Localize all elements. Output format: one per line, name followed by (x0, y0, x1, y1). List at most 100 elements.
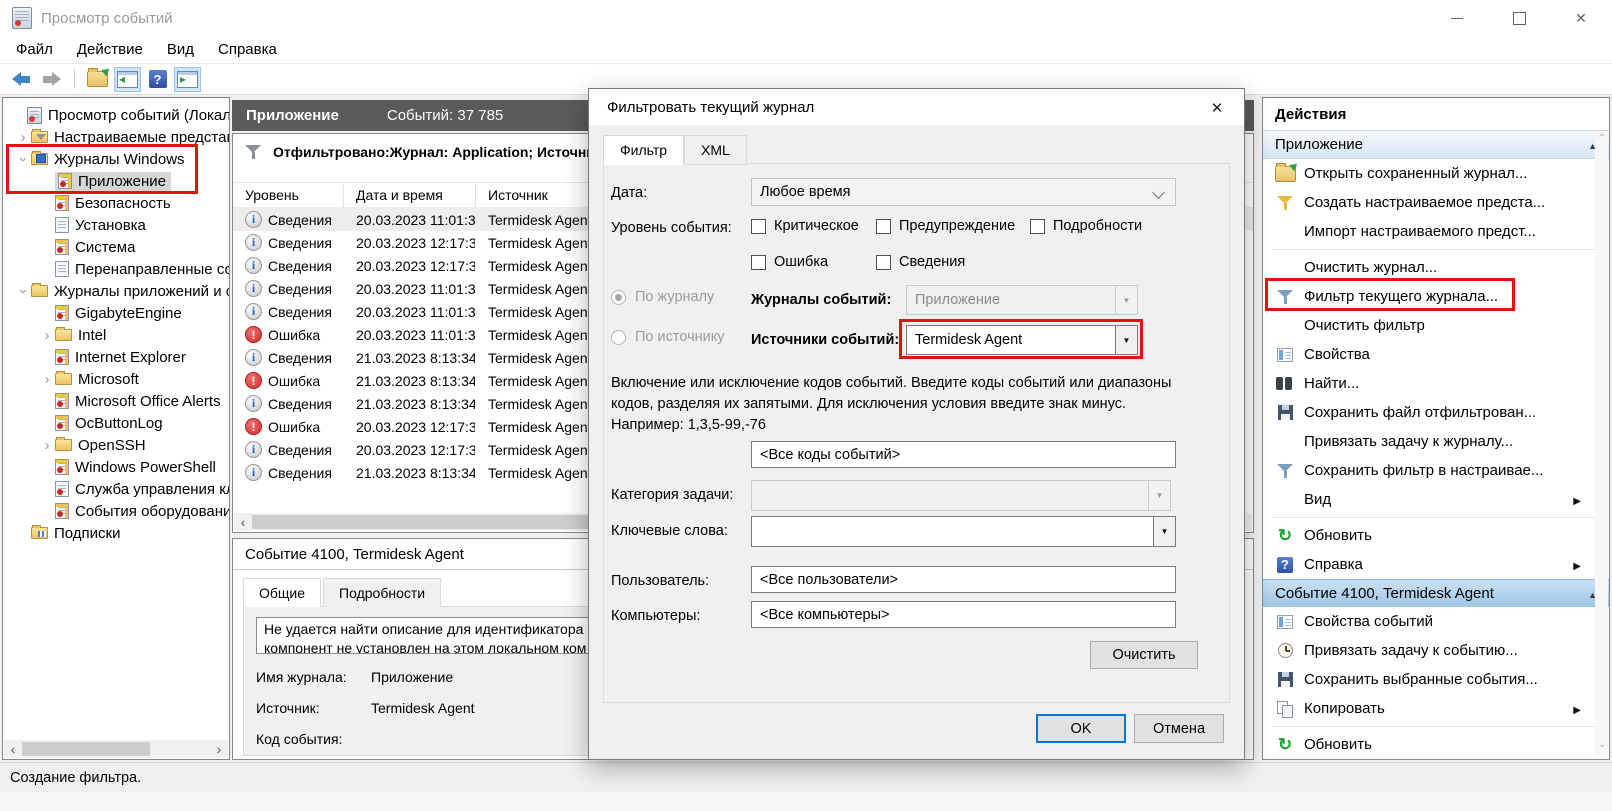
tree-item-key-mgmt-service[interactable]: Служба управления кл (3, 478, 229, 500)
action-import-custom-view[interactable]: Импорт настраиваемого предст... (1263, 217, 1609, 246)
dialog-close-button[interactable] (1198, 94, 1236, 121)
console-tree-panel: Просмотр событий (Локальны Настраиваемые… (2, 97, 230, 760)
dialog-tabs: Фильтр XML (603, 135, 747, 165)
tab-xml[interactable]: XML (684, 135, 747, 165)
actions-section-event[interactable]: Событие 4100, Termidesk Agent (1263, 579, 1609, 607)
action-find[interactable]: Найти... (1263, 369, 1609, 398)
tree-item-custom-views[interactable]: Настраиваемые представл (3, 126, 229, 148)
tree-item-root[interactable]: Просмотр событий (Локальны (3, 104, 229, 126)
tree-item-system[interactable]: Система (3, 236, 229, 258)
menu-view[interactable]: Вид (155, 38, 206, 61)
chevron-down-icon[interactable] (1115, 326, 1137, 354)
tree-item-app-services-logs[interactable]: Журналы приложений и с (3, 280, 229, 302)
checkbox-error[interactable]: Ошибка (751, 254, 828, 270)
action-refresh[interactable]: Обновить (1263, 521, 1609, 550)
system-log-icon (55, 239, 69, 255)
menu-help[interactable]: Справка (206, 38, 289, 61)
tree-item-forwarded-events[interactable]: Перенаправленные со (3, 258, 229, 280)
checkbox-warning[interactable]: Предупреждение (876, 218, 1015, 234)
maximize-button[interactable] (1488, 0, 1550, 36)
minimize-button[interactable] (1426, 0, 1488, 36)
menu-file[interactable]: Файл (4, 38, 65, 61)
ok-button[interactable]: OK (1036, 714, 1126, 743)
user-input[interactable]: <Все пользователи> (751, 566, 1176, 593)
console-tree-toggle-button[interactable] (114, 67, 141, 92)
info-icon (245, 211, 262, 228)
action-open-saved-log[interactable]: Открыть сохраненный журнал... (1263, 159, 1609, 188)
action-save-filter-to-view[interactable]: Сохранить фильтр в настраивае... (1263, 456, 1609, 485)
open-saved-log-button[interactable] (84, 67, 111, 92)
menu-bar: Файл Действие Вид Справка (0, 36, 1612, 64)
clear-button[interactable]: Очистить (1090, 641, 1198, 669)
menu-action[interactable]: Действие (65, 38, 155, 61)
scroll-left-icon[interactable] (4, 740, 22, 758)
help-button[interactable] (144, 67, 171, 92)
action-help-submenu[interactable]: Справка (1263, 550, 1609, 579)
action-save-selected-events[interactable]: Сохранить выбранные события... (1263, 665, 1609, 694)
dialog-title: Фильтровать текущий журнал (607, 99, 814, 116)
action-event-properties[interactable]: Свойства событий (1263, 607, 1609, 636)
forward-button[interactable] (38, 67, 65, 92)
keywords-combobox[interactable] (751, 516, 1176, 547)
computers-input[interactable]: <Все компьютеры> (751, 601, 1176, 628)
tab-general[interactable]: Общие (243, 578, 321, 607)
tree-item-openssh[interactable]: OpenSSH (3, 434, 229, 456)
back-button[interactable] (8, 67, 35, 92)
tree-item-security[interactable]: Безопасность (3, 192, 229, 214)
tree-item-intel[interactable]: Intel (3, 324, 229, 346)
tab-filter[interactable]: Фильтр (603, 135, 684, 165)
tree-horizontal-scrollbar[interactable] (4, 740, 228, 758)
action-create-custom-view[interactable]: Создать настраиваемое предста... (1263, 188, 1609, 217)
action-view-submenu[interactable]: Вид (1263, 485, 1609, 514)
tree-item-application[interactable]: Приложение (3, 170, 229, 192)
date-combobox[interactable]: Любое время (751, 178, 1176, 206)
checkbox-verbose[interactable]: Подробности (1030, 218, 1142, 234)
close-button[interactable] (1550, 0, 1612, 36)
action-clear-filter[interactable]: Очистить фильтр (1263, 311, 1609, 340)
tree-item-internet-explorer[interactable]: Internet Explorer (3, 346, 229, 368)
custom-views-folder-icon (31, 131, 48, 143)
tree-item-microsoft[interactable]: Microsoft (3, 368, 229, 390)
chevron-down-icon[interactable] (15, 152, 31, 167)
dialog-title-bar: Фильтровать текущий журнал (589, 89, 1244, 125)
event-codes-input[interactable]: <Все коды событий> (751, 441, 1176, 468)
action-refresh-event[interactable]: Обновить (1263, 730, 1609, 759)
scrollbar-thumb[interactable] (22, 742, 150, 756)
tree-item-office-alerts[interactable]: Microsoft Office Alerts (3, 390, 229, 412)
scroll-right-icon[interactable] (210, 740, 228, 758)
action-clear-log[interactable]: Очистить журнал... (1263, 253, 1609, 282)
event-level-label: Уровень события: (611, 220, 732, 236)
tree-item-hardware-events[interactable]: События оборудовани (3, 500, 229, 522)
forward-icon (42, 73, 61, 86)
column-datetime[interactable]: Дата и время (343, 183, 475, 207)
action-attach-task-to-log[interactable]: Привязать задачу к журналу... (1263, 427, 1609, 456)
checkbox-information[interactable]: Сведения (876, 254, 965, 270)
chevron-right-icon[interactable] (39, 328, 55, 343)
tab-details[interactable]: Подробности (323, 578, 441, 607)
tree-item-setup[interactable]: Установка (3, 214, 229, 236)
action-copy-submenu[interactable]: Копировать (1263, 694, 1609, 723)
scroll-left-icon[interactable] (234, 513, 252, 531)
action-properties[interactable]: Свойства (1263, 340, 1609, 369)
chevron-down-icon[interactable] (15, 284, 31, 299)
tree-item-gigabyteengine[interactable]: GigabyteEngine (3, 302, 229, 324)
event-sources-combobox[interactable]: Termidesk Agent (906, 325, 1138, 355)
chevron-right-icon[interactable] (15, 130, 31, 145)
action-pane-toggle-button[interactable] (174, 67, 201, 92)
tree-item-subscriptions[interactable]: Подписки (3, 522, 229, 544)
action-attach-task-to-event[interactable]: Привязать задачу к событию... (1263, 636, 1609, 665)
checkbox-critical[interactable]: Критическое (751, 218, 859, 234)
cancel-button[interactable]: Отмена (1134, 714, 1224, 743)
action-save-filtered-log[interactable]: Сохранить файл отфильтрован... (1263, 398, 1609, 427)
tree-item-powershell[interactable]: Windows PowerShell (3, 456, 229, 478)
tree-item-windows-logs[interactable]: Журналы Windows (3, 148, 229, 170)
actions-vertical-scrollbar[interactable] (1595, 131, 1608, 758)
actions-section-application[interactable]: Приложение (1263, 131, 1609, 159)
action-filter-current-log[interactable]: Фильтр текущего журнала... (1263, 282, 1609, 311)
chevron-down-icon[interactable] (1153, 517, 1175, 546)
chevron-right-icon[interactable] (39, 438, 55, 453)
column-level[interactable]: Уровень (233, 183, 343, 207)
tree-item-ocbuttonlog[interactable]: OcButtonLog (3, 412, 229, 434)
checkbox-icon (876, 255, 891, 270)
chevron-right-icon[interactable] (39, 372, 55, 387)
